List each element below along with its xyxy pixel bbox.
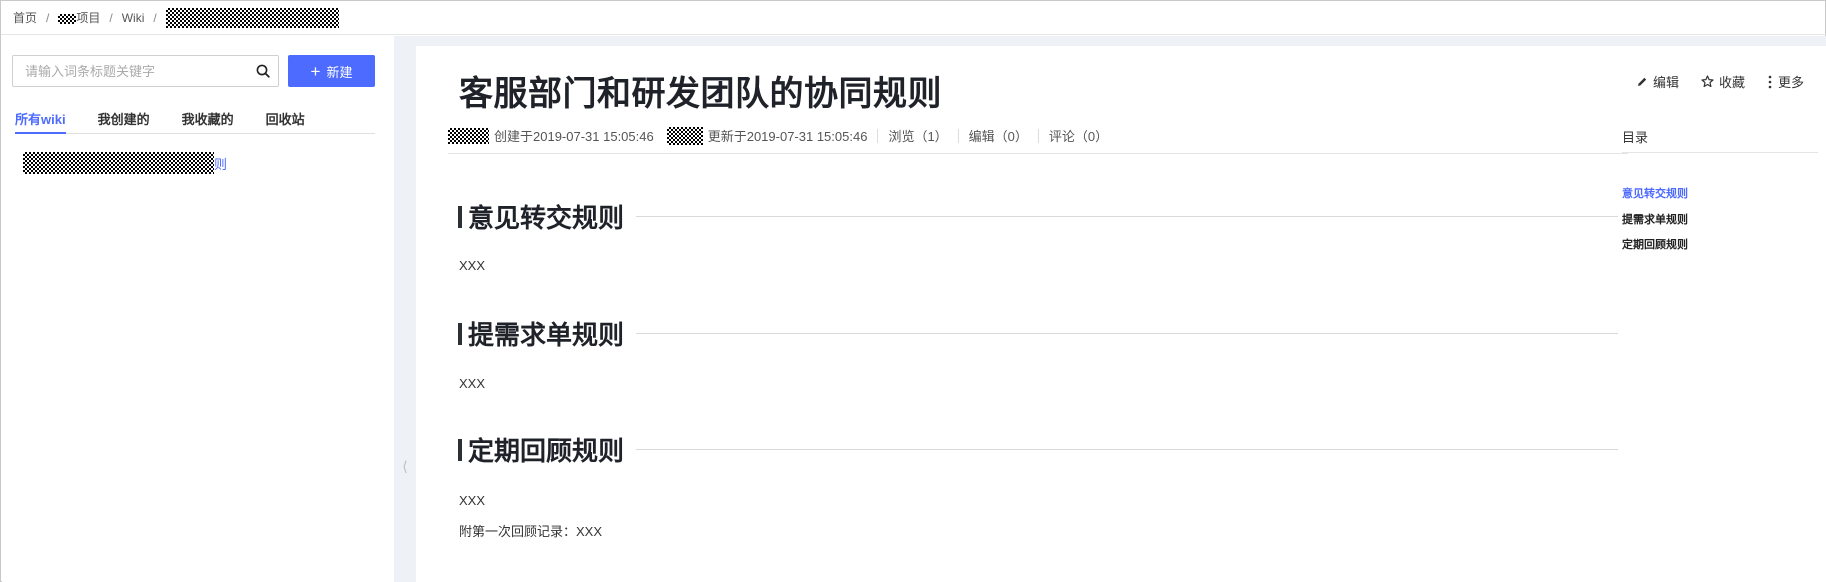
breadcrumb-project-label: 项目 bbox=[76, 11, 101, 25]
more-button[interactable]: 更多 bbox=[1767, 72, 1804, 91]
view-count: 浏览（1） bbox=[888, 129, 948, 144]
heading-rule bbox=[636, 216, 1618, 217]
breadcrumb-home[interactable]: 首页 bbox=[13, 9, 37, 26]
tab-my-favorites[interactable]: 我收藏的 bbox=[182, 100, 234, 134]
toc-item[interactable]: 提需求单规则 bbox=[1622, 211, 1688, 227]
section-title: 定期回顾规则 bbox=[468, 436, 625, 466]
toc-item[interactable]: 意见转交规则 bbox=[1622, 185, 1688, 201]
wiki-sidebar: + 新建 所有wiki 我创建的 我收藏的 回收站 则 bbox=[2, 36, 394, 582]
header-divider bbox=[448, 153, 1628, 154]
new-wiki-button[interactable]: + 新建 bbox=[288, 55, 375, 87]
meta-divider bbox=[877, 128, 879, 143]
wiki-list-item-label: 则 bbox=[214, 156, 228, 172]
edit-button-label: 编辑 bbox=[1653, 75, 1680, 90]
section-heading: 意见转交规则 bbox=[458, 198, 1618, 235]
collapse-sidebar-icon[interactable]: ⟨ bbox=[398, 451, 412, 481]
tab-all-wiki[interactable]: 所有wiki bbox=[15, 100, 66, 134]
created-time: 创建于2019-07-31 15:05:46 bbox=[494, 129, 654, 144]
comment-count: 评论（0） bbox=[1048, 129, 1109, 144]
wiki-list-item[interactable]: 则 bbox=[23, 152, 227, 174]
favorite-button[interactable]: 收藏 bbox=[1701, 72, 1745, 91]
search-icon[interactable] bbox=[248, 56, 278, 86]
page-title: 客服部门和研发团队的协同规则 bbox=[459, 75, 942, 113]
plus-icon: + bbox=[310, 61, 321, 81]
main-area: 客服部门和研发团队的协同规则 创建于2019-07-31 15:05:46 更新… bbox=[416, 36, 1826, 582]
section-body: XXX bbox=[459, 376, 486, 391]
toc-title: 目录 bbox=[1622, 130, 1649, 145]
section-body: XXX bbox=[459, 258, 486, 273]
breadcrumb-separator: / bbox=[46, 10, 50, 25]
sidebar-gutter: ⟨ bbox=[394, 36, 416, 582]
search-input[interactable] bbox=[13, 56, 248, 86]
section-body: XXX bbox=[459, 493, 486, 508]
redacted-page-name bbox=[165, 7, 339, 28]
heading-marker bbox=[458, 205, 462, 228]
redacted-creator bbox=[448, 127, 489, 144]
heading-rule bbox=[636, 449, 1618, 450]
toc-item[interactable]: 定期回顾规则 bbox=[1622, 236, 1688, 252]
section-title: 意见转交规则 bbox=[468, 203, 625, 233]
section-heading: 提需求单规则 bbox=[458, 315, 1618, 352]
document-toolbar: 编辑 收藏 更多 bbox=[1636, 72, 1804, 91]
wiki-tabs: 所有wiki 我创建的 我收藏的 回收站 bbox=[15, 100, 375, 134]
breadcrumb-project[interactable]: 项目 bbox=[58, 9, 100, 26]
app-window: 首页 / 项目 / Wiki / + 新建 所有wiki 我创建的 我收藏的 回… bbox=[0, 0, 1826, 582]
star-icon bbox=[1701, 75, 1714, 88]
redacted-wiki-title bbox=[23, 152, 214, 174]
breadcrumb-wiki[interactable]: Wiki bbox=[122, 11, 145, 25]
section-title: 提需求单规则 bbox=[468, 320, 625, 350]
tab-recycle-bin[interactable]: 回收站 bbox=[266, 100, 305, 134]
heading-marker bbox=[458, 322, 462, 345]
pencil-icon bbox=[1638, 77, 1647, 86]
new-wiki-button-label: 新建 bbox=[326, 64, 353, 80]
breadcrumb-separator: / bbox=[153, 10, 157, 25]
favorite-button-label: 收藏 bbox=[1719, 75, 1746, 90]
more-vertical-icon bbox=[1768, 75, 1772, 88]
edit-button[interactable]: 编辑 bbox=[1636, 72, 1679, 91]
redacted-updater bbox=[666, 126, 703, 145]
redacted-project-name bbox=[58, 13, 77, 24]
section-body: 附第一次回顾记录：XXX bbox=[459, 524, 603, 539]
meta-divider bbox=[957, 128, 959, 143]
heading-rule bbox=[636, 333, 1618, 334]
breadcrumb-separator: / bbox=[109, 10, 113, 25]
more-button-label: 更多 bbox=[1778, 75, 1805, 90]
tab-my-created[interactable]: 我创建的 bbox=[98, 100, 150, 134]
document-panel: 客服部门和研发团队的协同规则 创建于2019-07-31 15:05:46 更新… bbox=[416, 46, 1826, 582]
toc-divider bbox=[1622, 152, 1818, 153]
heading-marker bbox=[458, 438, 462, 461]
document-meta: 创建于2019-07-31 15:05:46 更新于2019-07-31 15:… bbox=[448, 126, 1108, 145]
breadcrumb: 首页 / 项目 / Wiki / bbox=[1, 1, 1826, 35]
meta-divider bbox=[1037, 128, 1039, 143]
edit-count: 编辑（0） bbox=[968, 129, 1028, 144]
search-box bbox=[12, 55, 279, 87]
section-heading: 定期回顾规则 bbox=[458, 431, 1618, 468]
updated-time: 更新于2019-07-31 15:05:46 bbox=[707, 129, 868, 144]
